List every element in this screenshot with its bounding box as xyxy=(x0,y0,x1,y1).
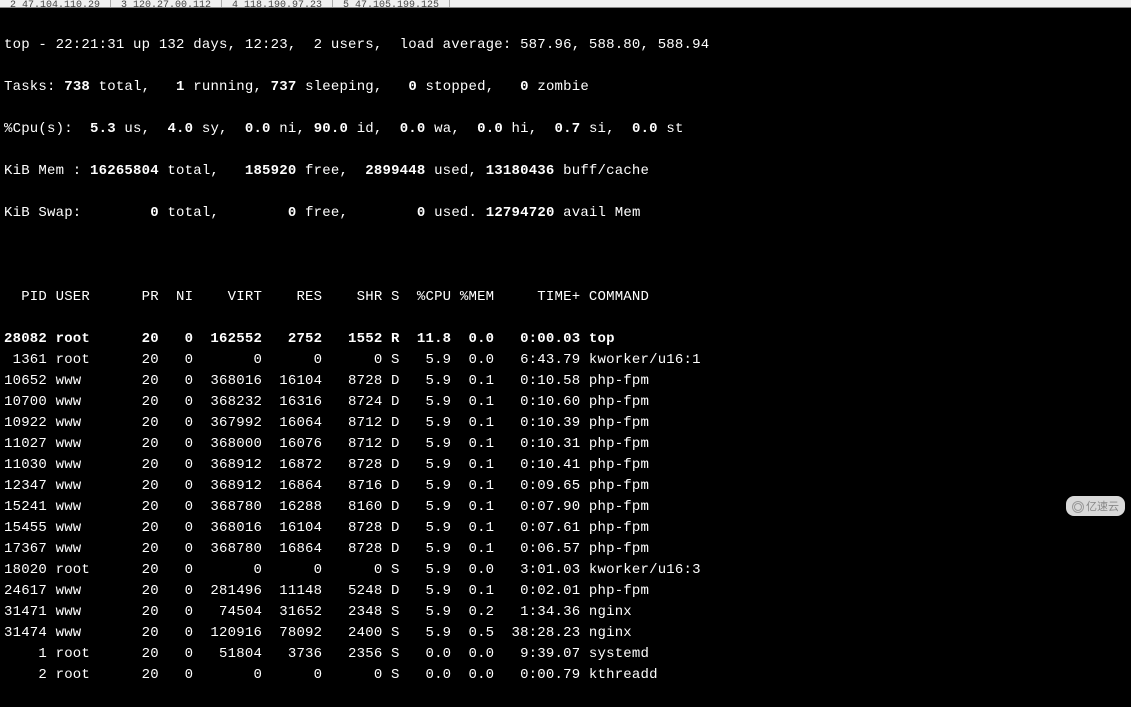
process-row: 1361 root 20 0 0 0 0 S 5.9 0.0 6:43.79 k… xyxy=(4,350,1127,371)
tab-bar: 2 47.104.110.29 3 120.27.00.112 4 118.19… xyxy=(0,0,1131,8)
cpu-ni: 0.0 xyxy=(245,121,271,137)
label: used. xyxy=(426,205,486,221)
label: avail Mem xyxy=(555,205,641,221)
watermark: 亿速云 xyxy=(1066,496,1125,516)
process-row: 1 root 20 0 51804 3736 2356 S 0.0 0.0 9:… xyxy=(4,644,1127,665)
tasks-total: 738 xyxy=(64,79,90,95)
terminal-output[interactable]: top - 22:21:31 up 132 days, 12:23, 2 use… xyxy=(0,8,1131,707)
label: KiB Mem : xyxy=(4,163,90,179)
cloud-icon xyxy=(1072,501,1084,513)
blank-line xyxy=(4,245,1127,266)
tasks-zombie: 0 xyxy=(520,79,529,95)
summary-mem: KiB Mem : 16265804 total, 185920 free, 2… xyxy=(4,161,1127,182)
process-row: 15241 www 20 0 368780 16288 8160 D 5.9 0… xyxy=(4,497,1127,518)
tab-item[interactable]: 3 120.27.00.112 xyxy=(111,0,222,7)
process-row: 2 root 20 0 0 0 0 S 0.0 0.0 0:00.79 kthr… xyxy=(4,665,1127,686)
label: KiB Swap: xyxy=(4,205,150,221)
label: ni, xyxy=(271,121,314,137)
label: id, xyxy=(348,121,400,137)
process-row: 12347 www 20 0 368912 16864 8716 D 5.9 0… xyxy=(4,476,1127,497)
process-row: 11027 www 20 0 368000 16076 8712 D 5.9 0… xyxy=(4,434,1127,455)
label: %Cpu(s): xyxy=(4,121,90,137)
process-row: 10922 www 20 0 367992 16064 8712 D 5.9 0… xyxy=(4,413,1127,434)
label: si, xyxy=(580,121,632,137)
summary-cpu: %Cpu(s): 5.3 us, 4.0 sy, 0.0 ni, 90.0 id… xyxy=(4,119,1127,140)
label: sy, xyxy=(193,121,245,137)
label: Tasks: xyxy=(4,79,64,95)
label: total, xyxy=(90,79,176,95)
label: used, xyxy=(425,163,485,179)
process-row: 17367 www 20 0 368780 16864 8728 D 5.9 0… xyxy=(4,539,1127,560)
label: total, xyxy=(159,205,288,221)
process-row: 18020 root 20 0 0 0 0 S 5.9 0.0 3:01.03 … xyxy=(4,560,1127,581)
swap-avail: 12794720 xyxy=(486,205,555,221)
watermark-text: 亿速云 xyxy=(1086,501,1119,513)
tab-item[interactable]: 2 47.104.110.29 xyxy=(0,0,111,7)
label: running, xyxy=(185,79,271,95)
label: free, xyxy=(296,163,365,179)
label: st xyxy=(658,121,684,137)
process-row: 31474 www 20 0 120916 78092 2400 S 5.9 0… xyxy=(4,623,1127,644)
cpu-wa: 0.0 xyxy=(400,121,426,137)
process-row: 28082 root 20 0 162552 2752 1552 R 11.8 … xyxy=(4,329,1127,350)
label: hi, xyxy=(503,121,555,137)
process-row: 11030 www 20 0 368912 16872 8728 D 5.9 0… xyxy=(4,455,1127,476)
swap-used: 0 xyxy=(417,205,426,221)
label: stopped, xyxy=(417,79,520,95)
tasks-running: 1 xyxy=(176,79,185,95)
label: free, xyxy=(296,205,416,221)
label: wa, xyxy=(426,121,478,137)
summary-swap: KiB Swap: 0 total, 0 free, 0 used. 12794… xyxy=(4,203,1127,224)
mem-free: 185920 xyxy=(245,163,297,179)
tasks-stopped: 0 xyxy=(408,79,417,95)
label: sleeping, xyxy=(296,79,408,95)
summary-tasks: Tasks: 738 total, 1 running, 737 sleepin… xyxy=(4,77,1127,98)
process-row: 31471 www 20 0 74504 31652 2348 S 5.9 0.… xyxy=(4,602,1127,623)
process-row: 15455 www 20 0 368016 16104 8728 D 5.9 0… xyxy=(4,518,1127,539)
swap-total: 0 xyxy=(150,205,159,221)
cpu-us: 5.3 xyxy=(90,121,116,137)
summary-uptime: top - 22:21:31 up 132 days, 12:23, 2 use… xyxy=(4,35,1127,56)
cpu-st: 0.0 xyxy=(632,121,658,137)
mem-used: 2899448 xyxy=(365,163,425,179)
process-list: 28082 root 20 0 162552 2752 1552 R 11.8 … xyxy=(4,329,1127,686)
mem-buff: 13180436 xyxy=(486,163,555,179)
mem-total: 16265804 xyxy=(90,163,159,179)
tab-item[interactable]: 5 47.105.199.125 xyxy=(333,0,450,7)
tasks-sleeping: 737 xyxy=(271,79,297,95)
label: us, xyxy=(116,121,168,137)
label: total, xyxy=(159,163,245,179)
label: buff/cache xyxy=(555,163,650,179)
label: zombie xyxy=(529,79,589,95)
process-row: 10700 www 20 0 368232 16316 8724 D 5.9 0… xyxy=(4,392,1127,413)
cpu-hi: 0.0 xyxy=(477,121,503,137)
tab-item[interactable]: 4 118.190.97.23 xyxy=(222,0,333,7)
cpu-si: 0.7 xyxy=(555,121,581,137)
cpu-sy: 4.0 xyxy=(167,121,193,137)
process-row: 24617 www 20 0 281496 11148 5248 D 5.9 0… xyxy=(4,581,1127,602)
cpu-id: 90.0 xyxy=(314,121,348,137)
process-columns: PID USER PR NI VIRT RES SHR S %CPU %MEM … xyxy=(4,287,1127,308)
process-row: 10652 www 20 0 368016 16104 8728 D 5.9 0… xyxy=(4,371,1127,392)
